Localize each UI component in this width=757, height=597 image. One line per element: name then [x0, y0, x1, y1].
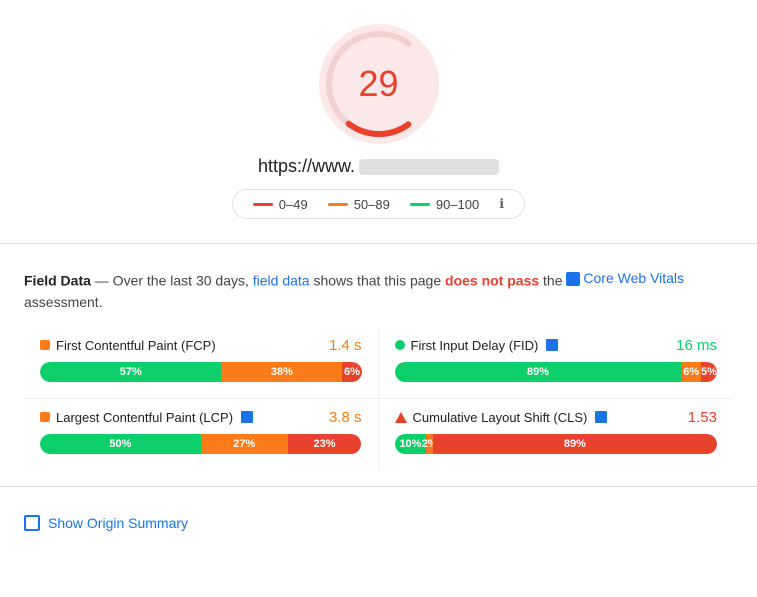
fid-bar-green: 89%	[395, 362, 682, 382]
url-prefix: https://www.	[258, 156, 355, 177]
metric-cls-header: Cumulative Layout Shift (CLS) 1.53	[395, 409, 718, 426]
fid-bar-orange: 6%	[682, 362, 701, 382]
metric-lcp: Largest Contentful Paint (LCP) 3.8 s 50%…	[24, 399, 379, 470]
fcp-bar-orange: 38%	[221, 362, 342, 382]
field-data-section: Field Data — Over the last 30 days, fiel…	[0, 252, 757, 478]
cls-bar-red: 89%	[433, 434, 717, 454]
cwv-link[interactable]: Core Web Vitals	[566, 268, 684, 289]
cls-icon	[395, 412, 407, 423]
fail-text: does not pass	[445, 273, 539, 289]
legend-label-high: 90–100	[436, 197, 479, 212]
footer-divider	[0, 486, 757, 487]
fcp-bar-red: 6%	[342, 362, 361, 382]
metric-cls-title: Cumulative Layout Shift (CLS)	[395, 410, 608, 425]
legend-label-mid: 50–89	[354, 197, 390, 212]
url-bar: https://www.	[258, 156, 499, 177]
fid-bar-red: 5%	[701, 362, 717, 382]
legend-item-low: 0–49	[253, 197, 308, 212]
field-data-link[interactable]: field data	[253, 273, 310, 289]
metric-cls: Cumulative Layout Shift (CLS) 1.53 10% 2…	[379, 399, 734, 470]
legend-dot-mid	[328, 203, 348, 206]
cls-bar: 10% 2% 89%	[395, 434, 718, 454]
fcp-bar: 57% 38% 6%	[40, 362, 362, 382]
metric-lcp-header: Largest Contentful Paint (LCP) 3.8 s	[40, 409, 362, 426]
lcp-label: Largest Contentful Paint (LCP)	[56, 410, 233, 425]
fcp-label: First Contentful Paint (FCP)	[56, 338, 216, 353]
lcp-icon	[40, 412, 50, 422]
score-section: 29 https://www. 0–49 50–89 90–100 ℹ	[0, 0, 757, 235]
field-data-prefix: — Over the last 30 days,	[95, 273, 253, 289]
gauge: 29	[319, 24, 439, 144]
footer-section: Show Origin Summary	[0, 495, 757, 551]
lcp-bar-orange: 27%	[201, 434, 288, 454]
fcp-bar-green: 57%	[40, 362, 221, 382]
metric-fcp-header: First Contentful Paint (FCP) 1.4 s	[40, 337, 362, 354]
fcp-icon	[40, 340, 50, 350]
field-data-middle: shows that this page	[313, 273, 445, 289]
cls-flag	[595, 411, 607, 423]
legend-item-mid: 50–89	[328, 197, 390, 212]
show-origin-label: Show Origin Summary	[48, 515, 188, 531]
url-redacted	[359, 159, 499, 175]
fid-bar: 89% 6% 5%	[395, 362, 718, 382]
metric-lcp-title: Largest Contentful Paint (LCP)	[40, 410, 253, 425]
info-icon[interactable]: ℹ	[499, 196, 504, 212]
lcp-bar-red: 23%	[288, 434, 362, 454]
field-data-description: Field Data — Over the last 30 days, fiel…	[24, 268, 733, 313]
cls-label: Cumulative Layout Shift (CLS)	[413, 410, 588, 425]
origin-checkbox	[24, 515, 40, 531]
metrics-grid: First Contentful Paint (FCP) 1.4 s 57% 3…	[24, 327, 733, 470]
metric-fid: First Input Delay (FID) 16 ms 89% 6% 5%	[379, 327, 734, 399]
fid-flag	[546, 339, 558, 351]
fid-value: 16 ms	[676, 337, 717, 354]
cwv-icon	[566, 272, 580, 286]
metric-fid-title: First Input Delay (FID)	[395, 338, 559, 353]
lcp-value: 3.8 s	[329, 409, 362, 426]
field-data-end: assessment.	[24, 294, 103, 310]
cls-value: 1.53	[688, 409, 717, 426]
cls-bar-orange: 2%	[426, 434, 432, 454]
field-data-title: Field Data	[24, 273, 91, 289]
gauge-arc	[319, 24, 439, 144]
legend-dot-low	[253, 203, 273, 206]
metric-fcp: First Contentful Paint (FCP) 1.4 s 57% 3…	[24, 327, 379, 399]
field-data-suffix: the	[543, 273, 566, 289]
lcp-bar: 50% 27% 23%	[40, 434, 362, 454]
fcp-value: 1.4 s	[329, 337, 362, 354]
legend-item-high: 90–100	[410, 197, 479, 212]
metric-fid-header: First Input Delay (FID) 16 ms	[395, 337, 718, 354]
fid-icon	[395, 340, 405, 350]
legend-label-low: 0–49	[279, 197, 308, 212]
divider	[0, 243, 757, 244]
lcp-flag	[241, 411, 253, 423]
legend-dot-high	[410, 203, 430, 206]
lcp-bar-green: 50%	[40, 434, 201, 454]
fid-label: First Input Delay (FID)	[411, 338, 539, 353]
metric-fcp-title: First Contentful Paint (FCP)	[40, 338, 216, 353]
show-origin-button[interactable]: Show Origin Summary	[24, 511, 188, 535]
score-legend: 0–49 50–89 90–100 ℹ	[232, 189, 525, 219]
